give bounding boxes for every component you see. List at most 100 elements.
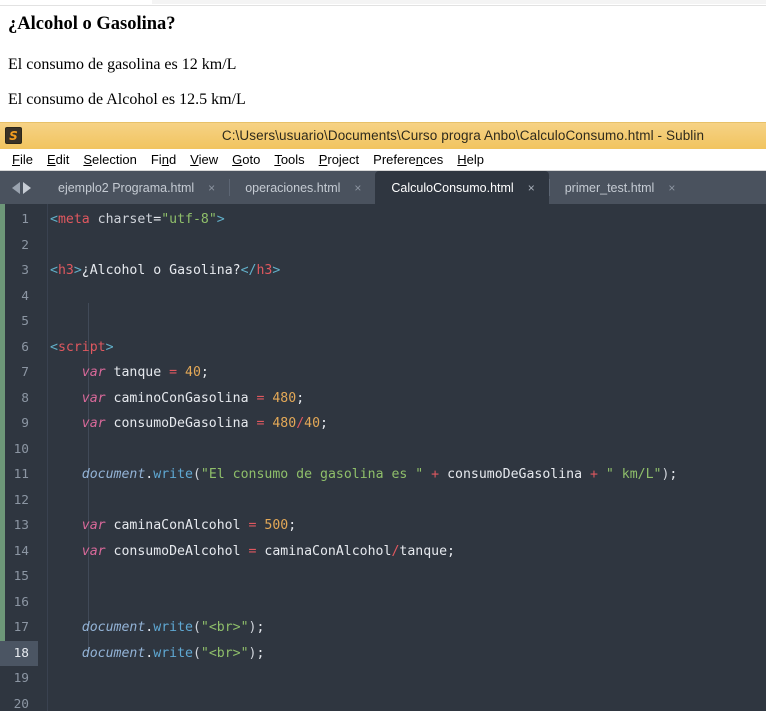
code-line[interactable]: 3 <h3>¿Alcohol o Gasolina?</h3>: [0, 258, 766, 284]
menu-item-help[interactable]: Help: [450, 152, 491, 167]
code-line[interactable]: 11 document.write("El consumo de gasolin…: [0, 462, 766, 488]
menu-item-selection[interactable]: Selection: [76, 152, 143, 167]
tab-0[interactable]: ejemplo2 Programa.html ×: [42, 171, 230, 204]
token: <: [50, 339, 58, 355]
token: 480: [272, 390, 297, 406]
token: consumoDeGasolina: [439, 467, 590, 482]
code-line[interactable]: 5: [0, 309, 766, 335]
code-line[interactable]: 13 var caminaConAlcohol = 500;: [0, 513, 766, 539]
code-content[interactable]: 1 <meta charset="utf-8"> 2 3 < h3 > ¿Alcohol o …: [0, 204, 766, 711]
line-source[interactable]: document.write("El consumo de gasolina e…: [38, 462, 678, 488]
menu-item-find[interactable]: Find: [144, 152, 183, 167]
code-line[interactable]: 8 var caminoConGasolina = 480;: [0, 386, 766, 412]
code-line[interactable]: 17 document.write("<br>");: [0, 615, 766, 641]
tab-close-icon[interactable]: ×: [208, 182, 215, 194]
tab-label: CalculoConsumo.html: [391, 180, 514, 195]
sublime-text-window: S C:\Users\usuario\Documents\Curso progr…: [0, 122, 766, 711]
line-source[interactable]: var consumoDeGasolina = 480/40;: [38, 411, 328, 437]
tab-navigation-arrows[interactable]: [0, 171, 42, 204]
token: +: [589, 467, 598, 482]
token: <: [50, 212, 58, 227]
menu-item-tools[interactable]: Tools: [267, 152, 311, 167]
tab-label: primer_test.html: [564, 180, 655, 195]
code-line[interactable]: 1 <meta charset="utf-8">: [0, 207, 766, 233]
line-number: 14: [13, 543, 29, 559]
code-line[interactable]: 4: [0, 284, 766, 310]
page-title: ¿Alcohol o Gasolina?: [8, 14, 176, 34]
token: ¿Alcohol o Gasolina?: [81, 263, 241, 278]
line-source[interactable]: var caminaConAlcohol = 500;: [38, 513, 296, 539]
line-number: 20: [13, 696, 29, 711]
token: +: [431, 467, 440, 482]
menu-item-goto[interactable]: Goto: [225, 152, 267, 167]
tab-close-icon[interactable]: ×: [528, 182, 535, 194]
token: 40: [185, 365, 201, 380]
token: h3: [57, 263, 74, 278]
token: >: [216, 212, 225, 227]
token: "<br>": [200, 620, 249, 635]
code-line[interactable]: 6 <script>: [0, 335, 766, 361]
browser-top-strip: [0, 0, 766, 6]
menu-item-file[interactable]: File: [5, 152, 40, 167]
tab-close-icon[interactable]: ×: [668, 182, 675, 194]
line-number: 11: [13, 467, 29, 482]
tab-1[interactable]: operaciones.html ×: [229, 171, 376, 204]
token: ;: [256, 620, 265, 635]
line-source[interactable]: var consumoDeAlcohol = caminaConAlcohol/…: [38, 539, 455, 565]
token: var: [81, 365, 106, 380]
token: </: [240, 263, 257, 278]
output-line-gasolina: El consumo de gasolina es 12 km/L: [8, 56, 237, 73]
menu-item-view[interactable]: View: [183, 152, 225, 167]
tab-label: operaciones.html: [245, 180, 341, 195]
line-source[interactable]: <meta charset="utf-8">: [38, 207, 225, 233]
token: var: [81, 518, 106, 533]
browser-output-pane: ¿Alcohol o Gasolina? El consumo de gasol…: [0, 0, 766, 122]
token: document: [81, 467, 146, 482]
tab-3[interactable]: primer_test.html ×: [548, 171, 690, 204]
line-source[interactable]: <h3>¿Alcohol o Gasolina?</h3>: [38, 258, 280, 284]
code-line[interactable]: 18 document.write("<br>");: [0, 640, 766, 667]
code-line[interactable]: 14 var consumoDeAlcohol = caminaConAlcoh…: [0, 539, 766, 565]
token: ;: [256, 645, 265, 661]
tab-next-arrow-icon[interactable]: [22, 181, 31, 194]
token: (: [192, 467, 201, 482]
title-bar[interactable]: S C:\Users\usuario\Documents\Curso progr…: [0, 122, 766, 149]
code-line[interactable]: 19: [0, 666, 766, 692]
code-line[interactable]: 12: [0, 488, 766, 514]
code-line[interactable]: 2: [0, 233, 766, 259]
line-number: 17: [13, 620, 29, 635]
code-line[interactable]: 20: [0, 692, 766, 711]
token: write: [153, 645, 193, 661]
line-number: 3: [21, 263, 29, 278]
line-source[interactable]: var caminoConGasolina = 480;: [38, 386, 304, 412]
code-line[interactable]: 9 var consumoDeGasolina = 480/40;: [0, 411, 766, 437]
line-number: 7: [21, 365, 29, 380]
line-source[interactable]: var tanque = 40;: [38, 360, 209, 386]
token: /: [296, 416, 305, 431]
token: (: [192, 620, 201, 635]
tab-2-active[interactable]: CalculoConsumo.html ×: [375, 171, 549, 204]
menu-item-preferences[interactable]: Preferences: [366, 152, 450, 167]
menu-item-project[interactable]: Project: [312, 152, 366, 167]
tab-prev-arrow-icon[interactable]: [11, 181, 20, 194]
code-line[interactable]: 15: [0, 564, 766, 590]
code-line[interactable]: 7 var tanque = 40;: [0, 360, 766, 386]
code-line[interactable]: 10: [0, 437, 766, 463]
menu-item-edit[interactable]: Edit: [40, 152, 76, 167]
line-number: 16: [13, 594, 29, 610]
line-source[interactable]: document.write("<br>");: [38, 641, 265, 667]
code-editor[interactable]: 1 <meta charset="utf-8"> 2 3 < h3 > ¿Alcohol o …: [0, 204, 766, 711]
line-number: 5: [21, 314, 29, 329]
line-source[interactable]: document.write("<br>");: [38, 615, 265, 641]
line-source[interactable]: <script>: [38, 335, 114, 361]
code-line[interactable]: 16: [0, 590, 766, 616]
window-title: C:\Users\usuario\Documents\Curso progra …: [221, 128, 705, 143]
line-number: 9: [21, 416, 29, 431]
tab-close-icon[interactable]: ×: [354, 182, 361, 194]
